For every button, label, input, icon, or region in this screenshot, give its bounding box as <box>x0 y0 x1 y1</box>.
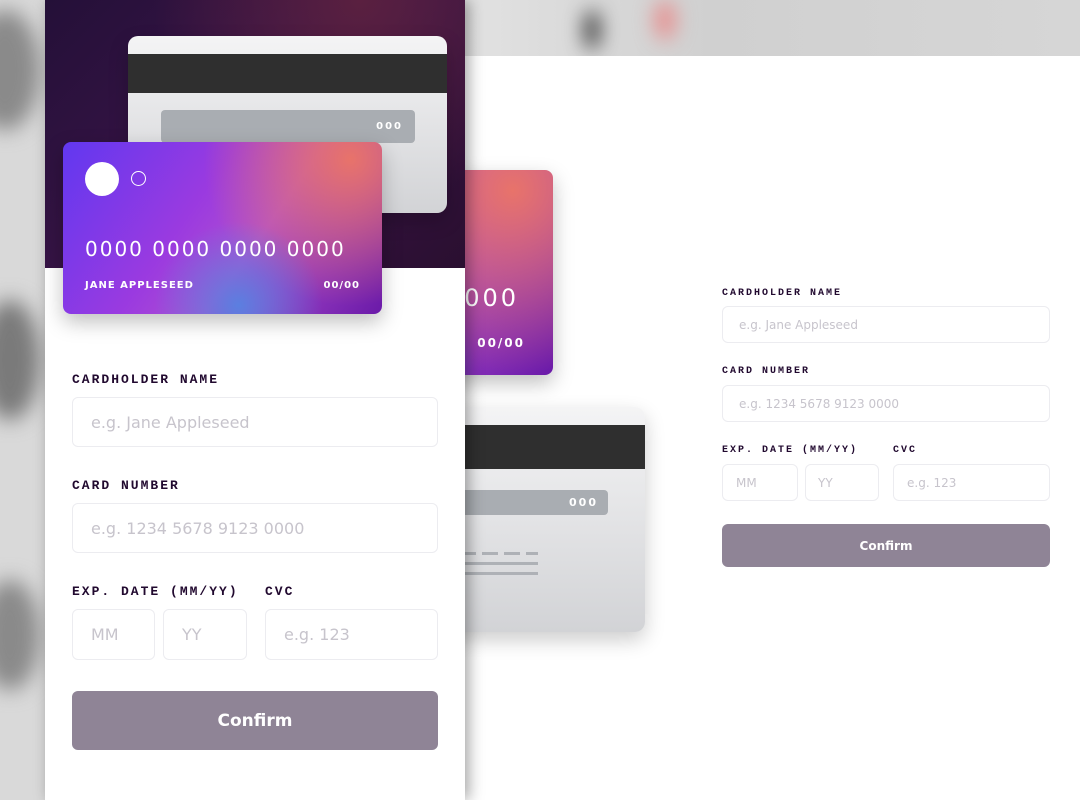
card-number-label: CARD NUMBER <box>722 366 811 377</box>
exp-month-input[interactable] <box>72 609 155 660</box>
card-expiry: 00/00 <box>477 336 525 350</box>
exp-year-input[interactable] <box>163 609 247 660</box>
cvc-label: CVC <box>265 584 295 599</box>
background-shape <box>0 580 40 690</box>
card-expiry: 00/00 <box>323 280 360 291</box>
cvc-input[interactable] <box>265 609 438 660</box>
card-number: 000 <box>464 284 519 312</box>
cardholder-label: CARDHOLDER NAME <box>722 288 843 299</box>
card-logo-circle-small <box>131 171 146 186</box>
cardholder-label: CARDHOLDER NAME <box>72 372 220 387</box>
card-number: 0000 0000 0000 0000 <box>85 237 346 261</box>
mobile-view: 000 0000 0000 0000 0000 JANE APPLESEED 0… <box>45 0 465 800</box>
exp-year-input[interactable] <box>805 464 879 501</box>
card-number-input[interactable] <box>72 503 438 553</box>
card-cvc: 000 <box>161 110 415 143</box>
confirm-button[interactable]: Confirm <box>72 691 438 750</box>
card-logo-circle-large <box>85 162 119 196</box>
card-number-label: CARD NUMBER <box>72 478 180 493</box>
background-shape <box>0 10 40 130</box>
cardholder-input[interactable] <box>722 306 1050 343</box>
exp-month-input[interactable] <box>722 464 798 501</box>
exp-date-label: EXP. DATE (MM/YY) <box>722 445 859 456</box>
exp-date-label: EXP. DATE (MM/YY) <box>72 584 239 599</box>
confirm-button[interactable]: Confirm <box>722 524 1050 567</box>
background-shape <box>0 300 40 420</box>
cvc-input[interactable] <box>893 464 1050 501</box>
cvc-label: CVC <box>893 445 918 456</box>
desktop-top-band <box>465 0 1080 56</box>
cardholder-name: JANE APPLESEED <box>85 280 194 291</box>
cardholder-input[interactable] <box>72 397 438 447</box>
mobile-card-front: 0000 0000 0000 0000 JANE APPLESEED 00/00 <box>63 142 382 314</box>
card-number-input[interactable] <box>722 385 1050 422</box>
